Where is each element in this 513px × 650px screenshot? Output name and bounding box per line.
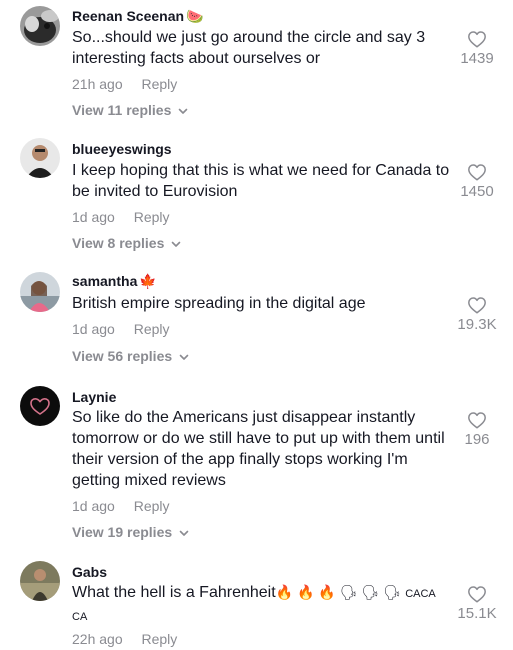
comment-text-body: What the hell is a Fahrenheit (72, 584, 276, 601)
watermelon-emoji: 🍉 (186, 8, 204, 24)
reply-button[interactable]: Reply (134, 321, 170, 337)
view-replies-button[interactable]: View 8 replies (72, 235, 182, 251)
comment-item: blueeyeswings I keep hoping that this is… (0, 130, 513, 262)
view-replies-label: View 19 replies (72, 524, 173, 540)
comment-text: So like do the Americans just disappear … (72, 409, 445, 489)
reply-button[interactable]: Reply (142, 631, 178, 647)
like-count: 19.3K (457, 316, 497, 333)
username[interactable]: blueeyeswings (72, 141, 172, 157)
view-replies-label: View 56 replies (72, 348, 173, 364)
like-count: 1450 (460, 183, 494, 200)
view-replies-label: View 8 replies (72, 235, 165, 251)
timestamp: 1d ago (72, 498, 115, 514)
heart-icon (468, 297, 486, 314)
chevron-down-icon (171, 241, 181, 248)
reply-button[interactable]: Reply (134, 209, 170, 225)
avatar[interactable] (20, 561, 60, 601)
chevron-down-icon (178, 108, 188, 115)
reply-button[interactable]: Reply (134, 498, 170, 514)
username-text: Laynie (72, 389, 117, 405)
like-button[interactable]: 1450 (455, 163, 499, 200)
avatar[interactable] (20, 272, 60, 312)
avatar[interactable] (20, 6, 60, 46)
view-replies-button[interactable]: View 11 replies (72, 102, 189, 118)
timestamp: 22h ago (72, 631, 123, 647)
heart-icon (468, 31, 486, 48)
username-text: blueeyeswings (72, 141, 172, 157)
like-button[interactable]: 1439 (455, 30, 499, 67)
like-button[interactable]: 196 (455, 411, 499, 448)
view-replies-button[interactable]: View 19 replies (72, 524, 190, 540)
username-text: Reenan Sceenan (72, 8, 185, 24)
view-replies-label: View 11 replies (72, 102, 172, 118)
comment-text: What the hell is a Fahrenheit🔥 🔥 🔥 🗣 🗣 🗣… (72, 582, 450, 628)
chevron-down-icon (179, 530, 189, 537)
comment-text: I keep hoping that this is what we need … (72, 162, 450, 200)
username[interactable]: samantha 🍁 (72, 273, 157, 290)
timestamp: 1d ago (72, 209, 115, 225)
comment-meta: 21h ago Reply (72, 76, 177, 92)
comment-meta: 1d ago Reply (72, 321, 170, 337)
comment-text: British empire spreading in the digital … (72, 295, 366, 312)
comment-item: Reenan Sceenan 🍉 So...should we just go a… (0, 0, 513, 130)
comment-item: Laynie So like do the Americans just dis… (0, 380, 513, 552)
reply-button[interactable]: Reply (142, 76, 178, 92)
username-text: Gabs (72, 564, 108, 580)
username[interactable]: Laynie (72, 389, 116, 405)
username-text: samantha (72, 273, 138, 289)
avatar[interactable] (20, 138, 60, 178)
comment-item: samantha 🍁 British empire spreading in th… (0, 262, 513, 380)
comment-text: So...should we just go around the circle… (72, 29, 426, 67)
view-replies-button[interactable]: View 56 replies (72, 348, 190, 364)
username[interactable]: Gabs (72, 564, 107, 580)
like-count: 196 (464, 431, 490, 448)
like-button[interactable]: 15.1K (455, 585, 499, 622)
comment-meta: 1d ago Reply (72, 209, 170, 225)
heart-icon (468, 412, 486, 429)
chevron-down-icon (179, 354, 189, 361)
like-count: 1439 (460, 50, 494, 67)
like-count: 15.1K (457, 605, 497, 622)
maple-leaf-emoji: 🍁 (139, 273, 157, 289)
username[interactable]: Reenan Sceenan 🍉 (72, 8, 204, 25)
like-button[interactable]: 19.3K (455, 296, 499, 333)
timestamp: 21h ago (72, 76, 123, 92)
comment-meta: 22h ago Reply (72, 631, 177, 647)
heart-icon (468, 164, 486, 181)
fire-and-speaking-emojis: 🔥 🔥 🔥 🗣 🗣 🗣 (275, 584, 401, 600)
timestamp: 1d ago (72, 321, 115, 337)
comment-item: Gabs What the hell is a Fahrenheit🔥 🔥 🔥 … (0, 552, 513, 650)
comment-meta: 1d ago Reply (72, 498, 170, 514)
heart-icon (468, 586, 486, 603)
avatar[interactable] (20, 386, 60, 426)
